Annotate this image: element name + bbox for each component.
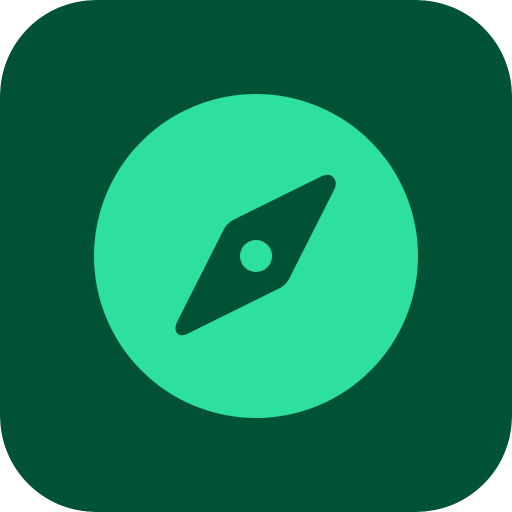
compass-icon: [0, 0, 512, 512]
compass-app-icon[interactable]: [0, 0, 512, 512]
compass-hub: [240, 240, 272, 272]
